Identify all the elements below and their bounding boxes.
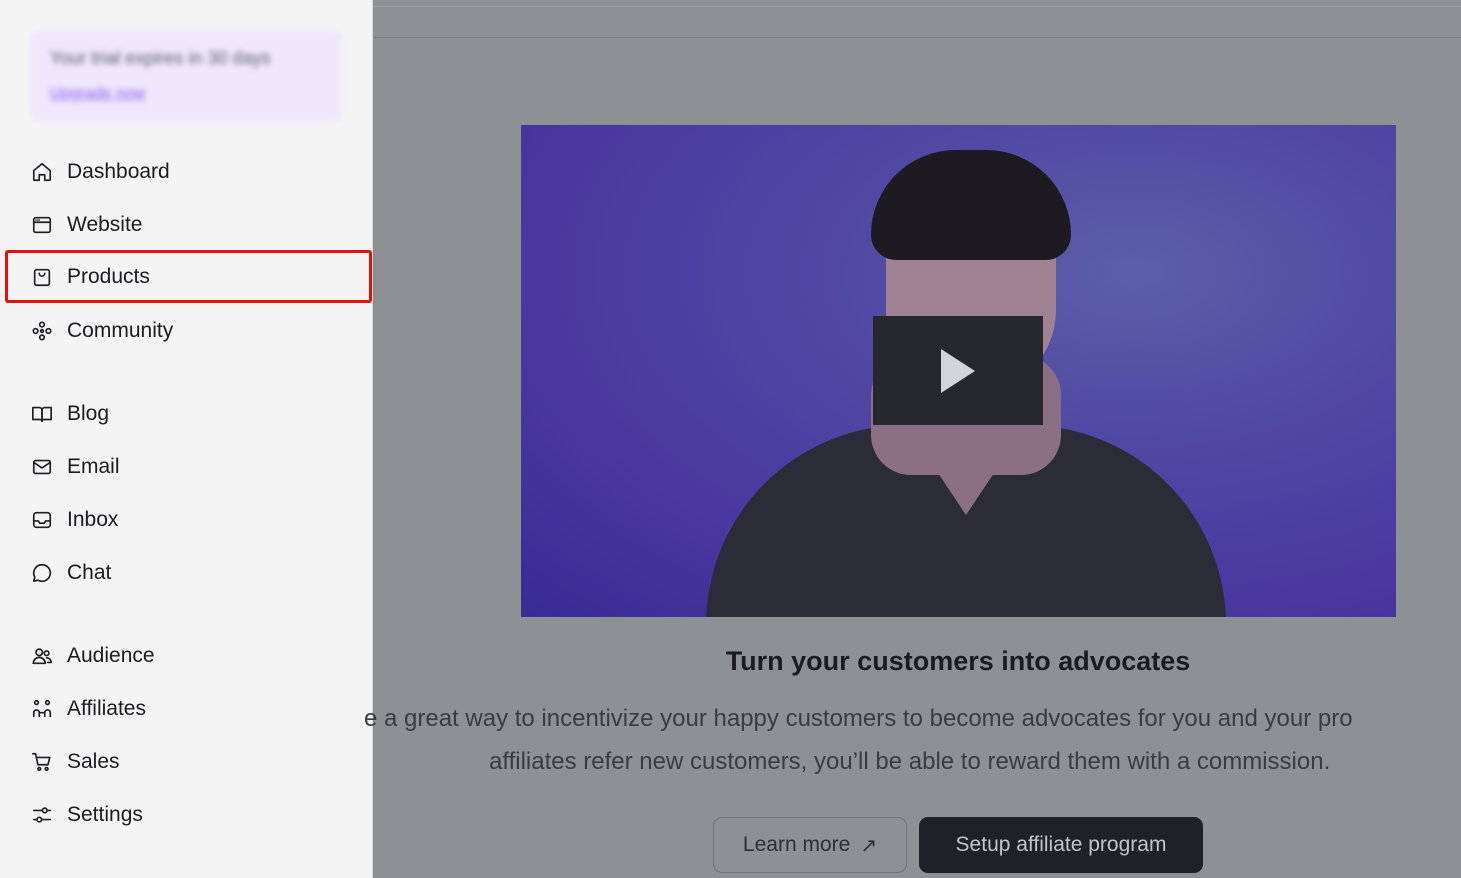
affiliate-network-icon <box>30 697 54 721</box>
users-icon <box>30 644 54 668</box>
sidebar-item-label: Blog <box>67 401 110 425</box>
setup-affiliate-program-button[interactable]: Setup affiliate program <box>919 817 1203 873</box>
sidebar-item-label: Website <box>67 212 143 236</box>
inbox-tray-icon <box>30 508 54 532</box>
sidebar-item-label: Dashboard <box>67 159 170 183</box>
video-thumbnail-hair <box>871 150 1071 260</box>
arrow-up-right-icon: ↗ <box>860 834 878 857</box>
speech-bubble-icon <box>30 561 54 585</box>
sidebar-item-label: Products <box>67 264 150 288</box>
sidebar-item-label: Email <box>67 454 120 478</box>
sidebar-item-products[interactable]: Products <box>5 250 372 303</box>
description-line-1: e a great way to incentivize your happy … <box>364 705 1353 732</box>
play-icon <box>941 348 975 393</box>
sidebar-item-website[interactable]: Website <box>5 198 372 251</box>
shopping-cart-icon <box>30 750 54 774</box>
sidebar: Your trial expires in 30 days Upgrade no… <box>0 0 373 878</box>
sidebar-item-audience[interactable]: Audience <box>5 629 372 682</box>
sidebar-item-label: Settings <box>67 802 143 826</box>
sidebar-item-community[interactable]: Community <box>5 304 372 357</box>
main-content: Turn your customers into advocates e a g… <box>364 0 1461 878</box>
learn-more-button[interactable]: Learn more ↗ <box>713 817 907 873</box>
community-nodes-icon <box>30 319 54 343</box>
trial-banner[interactable]: Your trial expires in 30 days Upgrade no… <box>30 30 342 122</box>
sidebar-item-inbox[interactable]: Inbox <box>5 493 372 546</box>
sidebar-item-label: Audience <box>67 643 155 667</box>
sidebar-item-label: Affiliates <box>67 696 146 720</box>
browser-window-icon <box>30 213 54 237</box>
description-line-2: affiliates refer new customers, you’ll b… <box>489 748 1331 775</box>
sidebar-item-dashboard[interactable]: Dashboard <box>5 145 372 198</box>
trial-banner-text: Your trial expires in 30 days <box>50 48 271 68</box>
sidebar-item-label: Chat <box>67 560 112 584</box>
video-player[interactable] <box>521 125 1396 617</box>
sidebar-item-label: Community <box>67 318 174 342</box>
video-play-button[interactable] <box>873 316 1043 425</box>
sidebar-item-chat[interactable]: Chat <box>5 546 372 599</box>
sidebar-item-label: Inbox <box>67 507 119 531</box>
sidebar-item-settings[interactable]: Settings <box>5 788 372 841</box>
sidebar-item-sales[interactable]: Sales <box>5 735 372 788</box>
sidebar-item-email[interactable]: Email <box>5 440 372 493</box>
sidebar-item-blog[interactable]: Blog <box>5 387 372 440</box>
envelope-icon <box>30 455 54 479</box>
shopping-bag-icon <box>30 265 54 289</box>
top-bar <box>374 0 1461 38</box>
sidebar-item-label: Sales <box>67 749 120 773</box>
learn-more-label: Learn more <box>742 833 851 856</box>
page-headline: Turn your customers into advocates <box>725 646 1191 676</box>
home-icon <box>30 160 54 184</box>
open-book-icon <box>30 402 54 426</box>
trial-upgrade-link[interactable]: Upgrade now <box>50 85 145 103</box>
sliders-icon <box>30 803 54 827</box>
sidebar-item-affiliates[interactable]: Affiliates <box>5 682 372 735</box>
